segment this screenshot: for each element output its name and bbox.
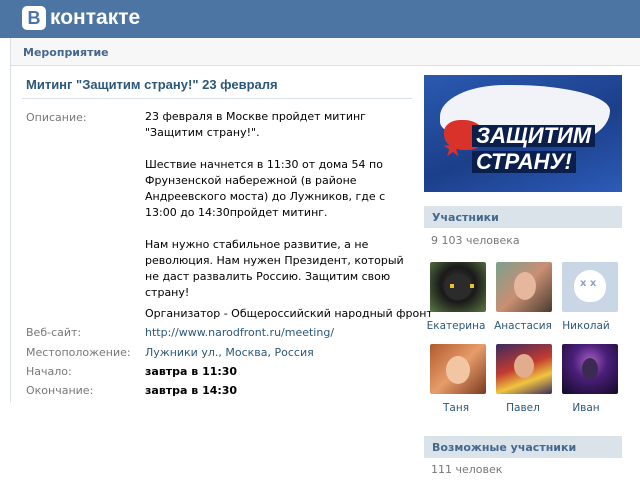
description-paragraph-3: Нам нужно стабильное развитие, а не рево…: [145, 238, 404, 299]
description-paragraph-2: Шествие начнется в 11:30 от дома 54 по Ф…: [145, 158, 386, 219]
member-avatar-6[interactable]: [562, 344, 618, 394]
start-label: Начало:: [26, 365, 72, 378]
vk-logo-text: контакте: [50, 6, 141, 29]
member-avatar-3[interactable]: [562, 262, 618, 312]
location-city-link[interactable]: Москва: [225, 346, 267, 359]
description-label: Описание:: [26, 111, 87, 124]
location-label: Местоположение:: [26, 346, 131, 359]
members-title: Участники: [432, 211, 499, 224]
member-name-5[interactable]: Павел: [488, 402, 558, 414]
content-border: [10, 66, 11, 402]
location-value: Лужники ул., Москва, Россия: [145, 346, 314, 359]
member-name-2[interactable]: Анастасия: [488, 320, 558, 332]
banner-line-2: СТРАНУ!: [472, 151, 576, 173]
member-name-4[interactable]: Таня: [421, 402, 491, 414]
event-title: Митинг "Защитим страну!" 23 февраля: [26, 77, 278, 92]
possible-members-title: Возможные участники: [432, 441, 577, 454]
organizer-text: Организатор - Общероссийский народный фр…: [145, 307, 433, 320]
end-label: Окончание:: [26, 384, 94, 397]
top-header: В контакте: [0, 0, 640, 38]
member-avatar-2[interactable]: [496, 262, 552, 312]
event-description: 23 февраля в Москве пройдет митинг "Защи…: [145, 109, 415, 317]
star-icon: ★: [442, 134, 464, 162]
possible-members-count[interactable]: 111 человек: [431, 463, 502, 476]
member-name-3[interactable]: Николай: [551, 320, 621, 332]
member-avatar-1[interactable]: [430, 262, 486, 312]
description-paragraph-1: 23 февраля в Москве пройдет митинг "Защи…: [145, 110, 366, 139]
members-header[interactable]: Участники: [424, 206, 622, 228]
breadcrumb[interactable]: Мероприятие: [23, 46, 109, 59]
end-value: завтра в 14:30: [145, 384, 238, 397]
event-banner-image[interactable]: ★ ЗАЩИТИМ СТРАНУ!: [424, 75, 622, 192]
website-link[interactable]: http://www.narodfront.ru/meeting/: [145, 326, 334, 339]
possible-members-header[interactable]: Возможные участники: [424, 436, 622, 458]
vk-logo[interactable]: В контакте: [22, 5, 140, 31]
location-street-link[interactable]: Лужники ул.: [145, 346, 218, 359]
location-country-link[interactable]: Россия: [275, 346, 314, 359]
member-avatar-4[interactable]: [430, 344, 486, 394]
member-name-6[interactable]: Иван: [551, 402, 621, 414]
member-name-1[interactable]: Екатерина: [421, 320, 491, 332]
breadcrumb-bar: Мероприятие: [10, 38, 640, 66]
vk-logo-icon: В: [22, 6, 46, 30]
member-avatar-5[interactable]: [496, 344, 552, 394]
title-divider: [22, 98, 412, 99]
banner-line-1: ЗАЩИТИМ: [472, 125, 596, 147]
start-value: завтра в 11:30: [145, 365, 238, 378]
website-label: Веб-сайт:: [26, 326, 82, 339]
members-count[interactable]: 9 103 человека: [431, 234, 520, 247]
